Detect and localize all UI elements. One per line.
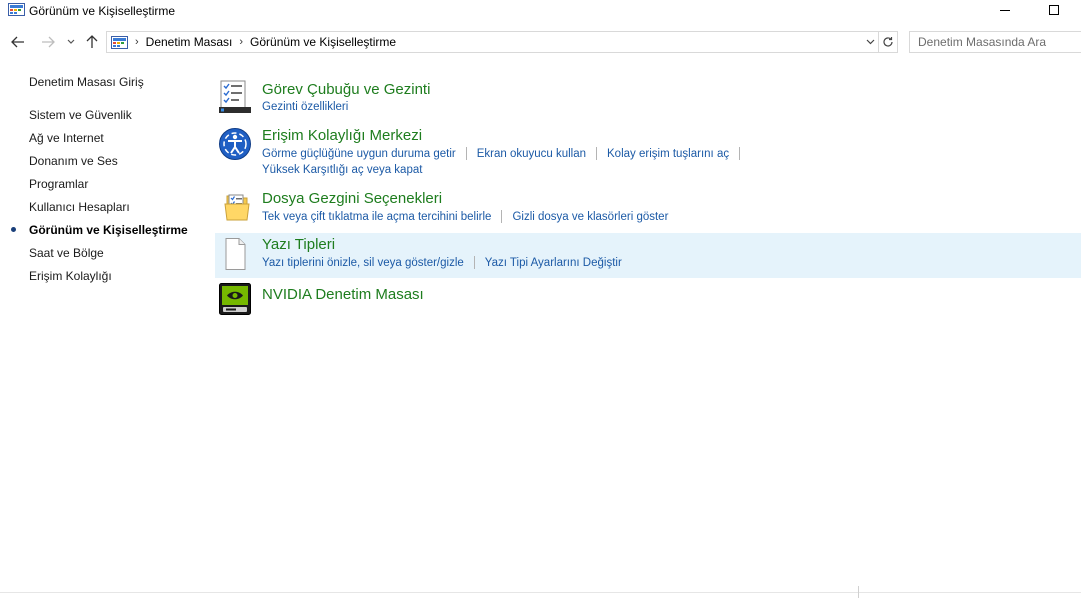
arrow-left-icon [11, 36, 24, 48]
sidebar-item-system-security[interactable]: Sistem ve Güvenlik [29, 108, 132, 122]
minimize-button[interactable] [990, 0, 1020, 20]
link-show-hidden-files[interactable]: Gizli dosya ve klasörleri göster [512, 211, 668, 223]
link-use-screen-reader[interactable]: Ekran okuyucu kullan [477, 148, 586, 160]
control-panel-icon [8, 3, 25, 16]
breadcrumb-appearance[interactable]: Görünüm ve Kişiselleştirme [250, 35, 396, 49]
fonts-icon [225, 238, 246, 270]
address-bar[interactable]: › Denetim Masası › Görünüm ve Kişiselleş… [106, 31, 879, 53]
minimize-icon [1000, 9, 1010, 11]
window-title: Görünüm ve Kişiselleştirme [29, 4, 176, 18]
category-title-fonts[interactable]: Yazı Tipleri [262, 236, 335, 253]
nvidia-icon [219, 283, 251, 315]
folder-options-icon [224, 194, 250, 221]
up-button[interactable] [82, 31, 102, 53]
sidebar-item-hardware-sound[interactable]: Donanım ve Ses [29, 154, 118, 168]
navigation-bar: › Denetim Masası › Görünüm ve Kişiselleş… [0, 29, 1081, 55]
category-links-ease-of-access: Görme güçlüğüne uygun duruma getir Ekran… [262, 147, 750, 160]
sidebar-item-ease-of-access[interactable]: Erişim Kolaylığı [29, 269, 112, 283]
category-fonts: Yazı Tipleri Yazı tiplerini önizle, sil … [215, 233, 1081, 278]
link-preview-delete-fonts[interactable]: Yazı tiplerini önizle, sil veya göster/g… [262, 257, 464, 269]
maximize-button[interactable] [1039, 0, 1069, 20]
link-high-contrast[interactable]: Yüksek Karşıtlığı aç veya kapat [262, 164, 422, 176]
link-single-double-click[interactable]: Tek veya çift tıklatma ile açma tercihin… [262, 211, 491, 223]
category-nvidia: NVIDIA Denetim Masası [215, 281, 1081, 317]
link-separator [473, 256, 475, 269]
arrow-up-icon [86, 35, 98, 48]
link-separator [501, 210, 503, 223]
forward-button[interactable] [38, 31, 58, 53]
ease-of-access-icon [219, 128, 251, 160]
breadcrumb-separator-icon[interactable]: › [135, 36, 139, 48]
breadcrumb-separator-icon[interactable]: › [239, 36, 243, 48]
link-separator [596, 147, 598, 160]
status-bar-separator [858, 586, 859, 598]
active-bullet-icon [11, 227, 16, 232]
sidebar-item-appearance: Görünüm ve Kişiselleştirme [29, 223, 188, 237]
breadcrumb-control-panel[interactable]: Denetim Masası [146, 35, 233, 49]
sidebar-item-network-internet[interactable]: Ağ ve Internet [29, 131, 104, 145]
category-ease-of-access: Erişim Kolaylığı Merkezi Görme güçlüğüne… [215, 122, 1081, 182]
sidebar-item-control-panel-home[interactable]: Denetim Masası Giriş [29, 75, 144, 89]
chevron-down-icon [67, 39, 75, 44]
search-box[interactable] [909, 31, 1081, 53]
category-title-nvidia[interactable]: NVIDIA Denetim Masası [262, 286, 424, 303]
search-input[interactable] [918, 35, 1078, 49]
control-panel-window: Görünüm ve Kişiselleştirme › Denetim Mas… [0, 0, 1081, 598]
link-change-font-settings[interactable]: Yazı Tipi Ayarlarını Değiştir [485, 257, 622, 269]
category-links-taskbar: Gezinti özellikleri [262, 101, 348, 113]
category-taskbar: Görev Çubuğu ve Gezinti Gezinti özellikl… [215, 76, 1081, 120]
back-button[interactable] [8, 31, 28, 53]
address-history-button[interactable] [862, 32, 878, 52]
category-title-ease-of-access[interactable]: Erişim Kolaylığı Merkezi [262, 127, 422, 144]
link-separator [465, 147, 467, 160]
category-links-file-explorer-options: Tek veya çift tıklatma ile açma tercihin… [262, 210, 668, 223]
category-file-explorer-options: Dosya Gezgini Seçenekleri Tek veya çift … [215, 185, 1081, 231]
refresh-icon [883, 37, 893, 47]
link-separator [739, 147, 741, 160]
link-turn-on-easy-access-keys[interactable]: Kolay erişim tuşlarını aç [607, 148, 729, 160]
title-bar: Görünüm ve Kişiselleştirme [0, 0, 1081, 22]
taskbar-icon [219, 80, 251, 113]
sidebar-item-clock-region[interactable]: Saat ve Bölge [29, 246, 104, 260]
refresh-button[interactable] [878, 31, 898, 53]
sidebar-item-programs[interactable]: Programlar [29, 177, 88, 191]
category-title-taskbar[interactable]: Görev Çubuğu ve Gezinti [262, 81, 430, 98]
link-navigation-properties[interactable]: Gezinti özellikleri [262, 101, 348, 113]
category-links-fonts: Yazı tiplerini önizle, sil veya göster/g… [262, 256, 622, 269]
recent-locations-button[interactable] [64, 31, 78, 53]
link-optimize-visual-display[interactable]: Görme güçlüğüne uygun duruma getir [262, 148, 456, 160]
control-panel-icon [111, 35, 128, 49]
arrow-right-icon [42, 36, 55, 48]
chevron-down-icon [866, 39, 874, 45]
category-links-ease-of-access-row2: Yüksek Karşıtlığı aç veya kapat [262, 164, 422, 176]
status-bar-divider [0, 592, 1081, 593]
sidebar-item-user-accounts[interactable]: Kullanıcı Hesapları [29, 200, 130, 214]
maximize-icon [1049, 5, 1059, 15]
category-title-file-explorer-options[interactable]: Dosya Gezgini Seçenekleri [262, 190, 442, 207]
